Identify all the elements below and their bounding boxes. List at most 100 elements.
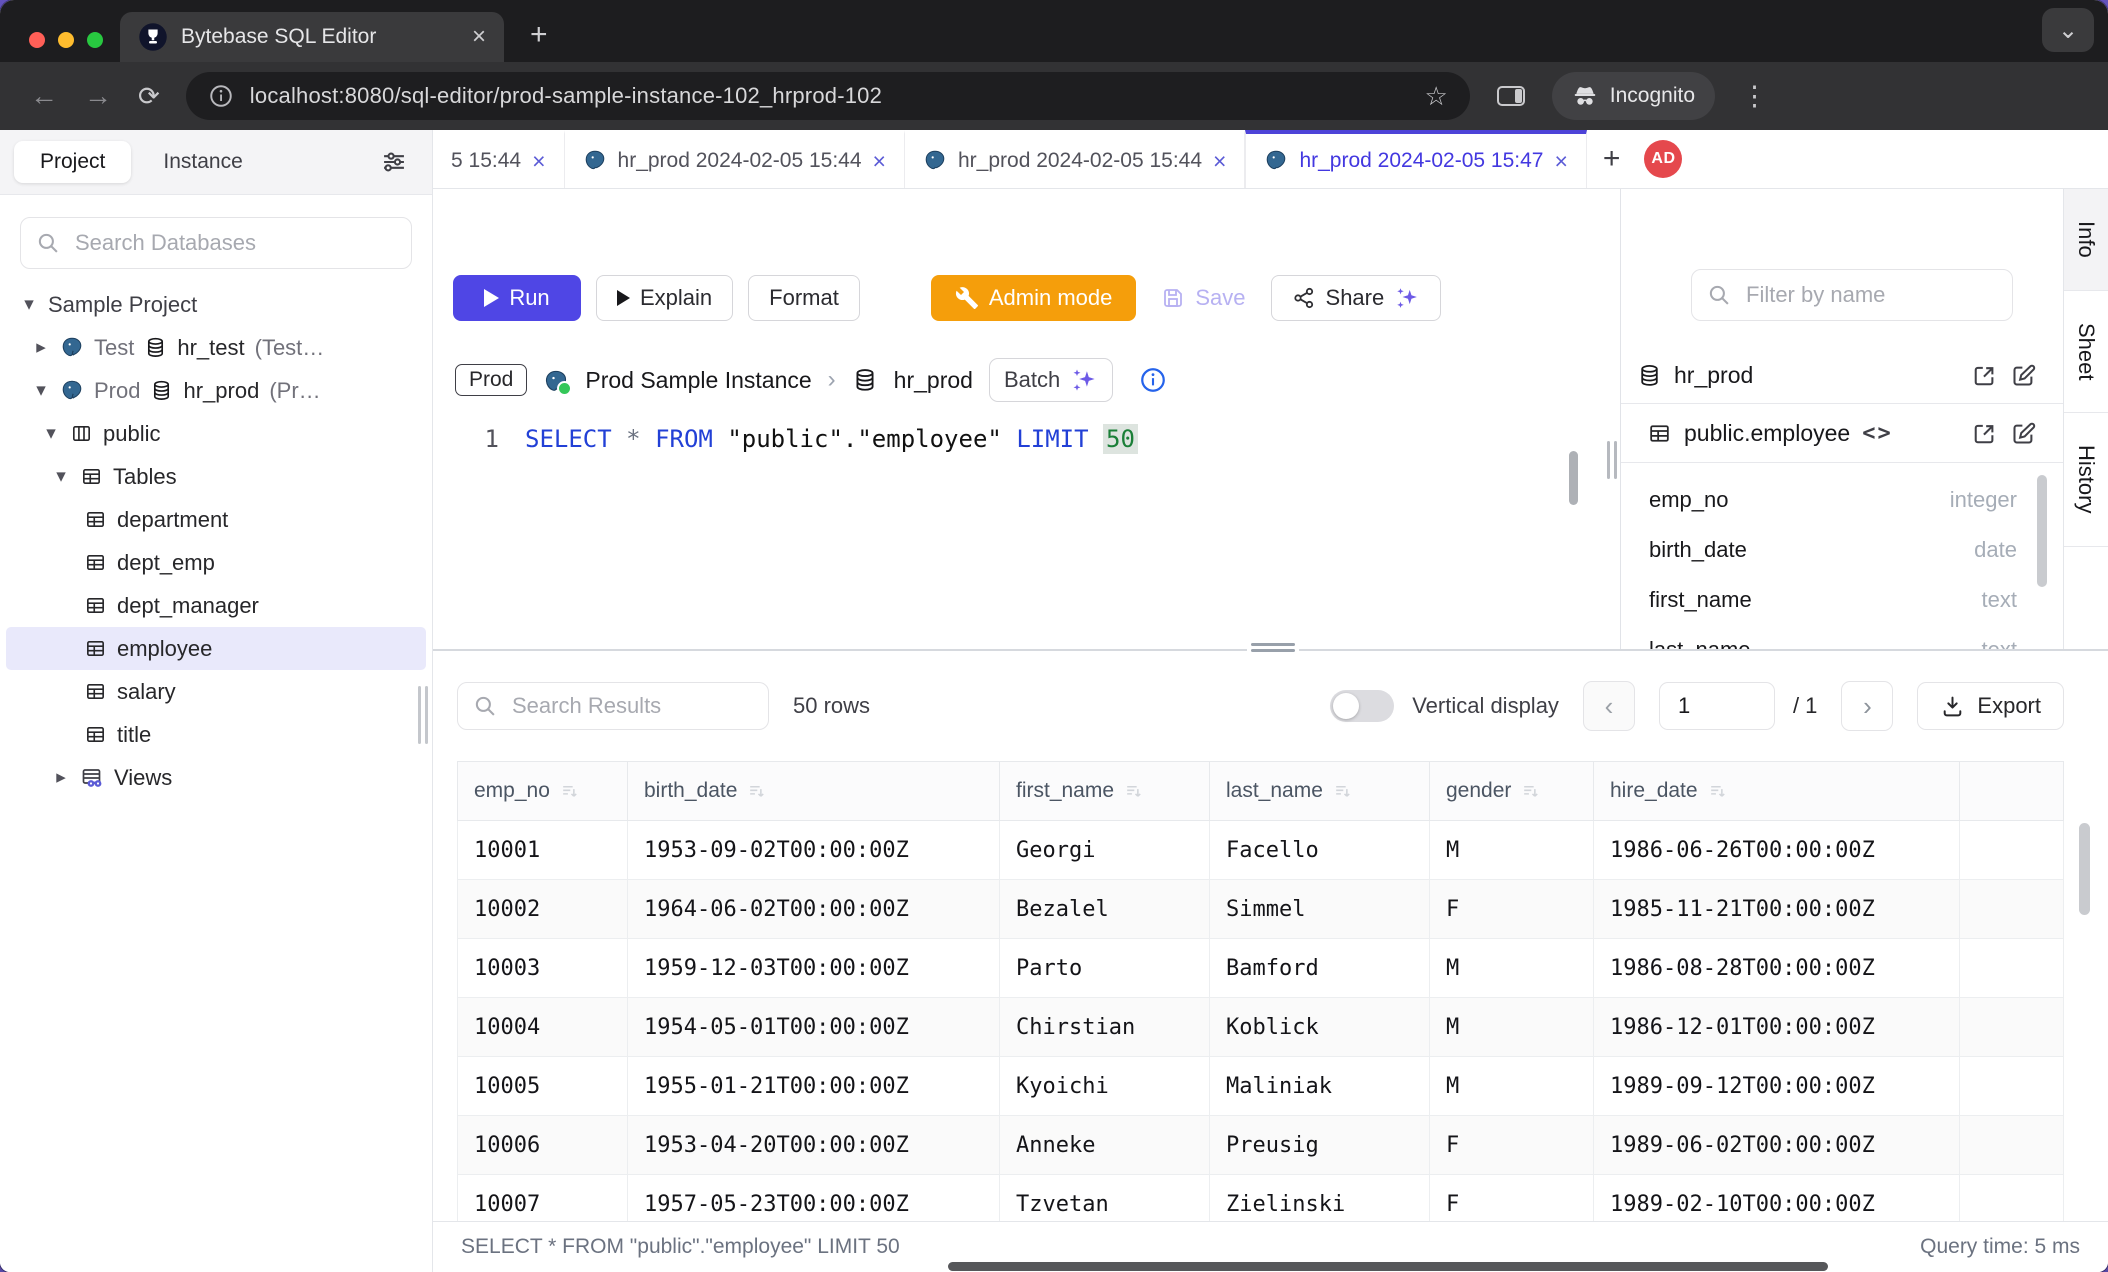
page-number-input[interactable] [1659, 682, 1775, 730]
caret-down-icon[interactable]: ▾ [32, 379, 50, 402]
breadcrumb-database[interactable]: hr_prod [894, 367, 973, 394]
tab-project[interactable]: Project [14, 141, 131, 183]
col-header-last_name[interactable]: last_name [1210, 762, 1430, 821]
col-header-gender[interactable]: gender [1430, 762, 1594, 821]
toggle-knob [1333, 693, 1359, 719]
rail-tab-info[interactable]: Info [2064, 189, 2108, 291]
editor-tab-3[interactable]: hr_prod 2024-02-05 15:44 × [905, 130, 1245, 188]
code-icon[interactable]: <> [1862, 421, 1893, 446]
panel-resize-handle[interactable] [1607, 441, 1617, 479]
external-link-icon[interactable] [1971, 420, 1998, 447]
explain-button[interactable]: Explain [596, 275, 733, 321]
sort-icon[interactable] [1333, 782, 1352, 801]
side-panel-icon[interactable] [1496, 83, 1526, 109]
horizontal-scrollbar[interactable] [948, 1262, 1828, 1271]
bookmark-icon[interactable]: ☆ [1424, 81, 1447, 112]
batch-button[interactable]: Batch [989, 358, 1113, 402]
share-button[interactable]: Share [1271, 275, 1442, 321]
external-link-icon[interactable] [1971, 362, 1998, 389]
page-info-icon[interactable] [208, 83, 234, 109]
zoom-window-button[interactable] [87, 32, 103, 48]
tree-table-dept_emp[interactable]: dept_emp [0, 541, 432, 584]
new-tab-button[interactable]: + [530, 18, 548, 62]
caret-down-icon[interactable]: ▾ [42, 422, 60, 445]
sort-icon[interactable] [1708, 782, 1727, 801]
tree-db-hr_test-row[interactable]: ▸ Test hr_test (Test… [0, 326, 432, 369]
search-results-input[interactable] [510, 692, 754, 720]
editor-tab-2[interactable]: hr_prod 2024-02-05 15:44 × [565, 130, 905, 188]
filter-by-name-input[interactable] [1744, 281, 1998, 309]
caret-right-icon[interactable]: ▸ [52, 766, 70, 789]
export-button[interactable]: Export [1917, 682, 2064, 730]
editor-tab-active[interactable]: hr_prod 2024-02-05 15:47 × [1245, 130, 1586, 188]
col-header-first_name[interactable]: first_name [1000, 762, 1210, 821]
tree-table-department[interactable]: department [0, 498, 432, 541]
postgres-icon [1264, 149, 1288, 173]
tree-table-salary[interactable]: salary [0, 670, 432, 713]
close-icon[interactable]: × [873, 148, 886, 175]
new-sheet-button[interactable]: + [1587, 142, 1637, 176]
reload-icon[interactable]: ⟳ [138, 83, 160, 109]
tune-icon[interactable] [380, 148, 408, 176]
results-search-box[interactable] [457, 682, 769, 730]
tree-views-group-row[interactable]: ▸ Views [0, 756, 432, 799]
close-icon[interactable]: × [1213, 148, 1226, 175]
caret-right-icon[interactable]: ▸ [32, 336, 50, 359]
next-page-button[interactable]: › [1841, 681, 1893, 731]
browser-tab[interactable]: Bytebase SQL Editor × [120, 12, 504, 62]
close-window-button[interactable] [29, 32, 45, 48]
edit-icon[interactable] [2010, 420, 2037, 447]
close-icon[interactable]: × [1554, 148, 1567, 175]
sort-icon[interactable] [1124, 782, 1143, 801]
rail-tab-history[interactable]: History [2064, 413, 2108, 546]
minimize-window-button[interactable] [58, 32, 74, 48]
edit-icon[interactable] [2010, 362, 2037, 389]
tree-project-row[interactable]: ▾ Sample Project [0, 283, 432, 326]
address-bar[interactable]: localhost:8080/sql-editor/prod-sample-in… [186, 72, 1470, 120]
tree-schema-row[interactable]: ▾ public [0, 412, 432, 455]
caret-down-icon[interactable]: ▾ [20, 293, 38, 316]
vertical-display-toggle[interactable] [1330, 690, 1394, 722]
tree-table-employee-selected[interactable]: employee [6, 627, 426, 670]
avatar[interactable]: AD [1644, 140, 1682, 178]
close-tab-icon[interactable]: × [472, 25, 486, 49]
admin-mode-button[interactable]: Admin mode [931, 275, 1137, 321]
caret-down-icon[interactable]: ▾ [52, 465, 70, 488]
info-icon[interactable] [1139, 366, 1167, 394]
sidebar-resize-handle[interactable] [418, 686, 428, 744]
close-icon[interactable]: × [532, 148, 545, 175]
save-button[interactable]: Save [1151, 275, 1255, 321]
col-header-hire_date[interactable]: hire_date [1594, 762, 1960, 821]
panel-scrollbar[interactable] [2037, 475, 2047, 587]
database-search[interactable] [20, 217, 412, 269]
tree-tables-group-row[interactable]: ▾ Tables [0, 455, 432, 498]
horizontal-resize-handle[interactable] [1247, 638, 1299, 657]
filter-box[interactable] [1691, 269, 2013, 321]
back-icon[interactable]: ← [30, 82, 58, 110]
search-databases-input[interactable] [73, 229, 397, 257]
run-button[interactable]: Run [453, 275, 581, 321]
tree-db-hr_prod-row[interactable]: ▾ Prod hr_prod (Pr… [0, 369, 432, 412]
results-scrollbar[interactable] [2079, 823, 2090, 915]
tree-table-dept_manager[interactable]: dept_manager [0, 584, 432, 627]
table-name: title [117, 722, 151, 748]
col-header-emp_no[interactable]: emp_no [458, 762, 628, 821]
editor-tab-1[interactable]: 5 15:44 × [433, 130, 565, 188]
sql-editor[interactable]: 1 SELECT * FROM "public"."employee" LIMI… [433, 411, 1620, 649]
forward-icon[interactable]: → [84, 82, 112, 110]
sort-icon[interactable] [747, 782, 766, 801]
sort-icon[interactable] [1521, 782, 1540, 801]
browser-menu-icon[interactable]: ⋮ [1741, 81, 1769, 112]
breadcrumb-instance[interactable]: Prod Sample Instance [585, 367, 811, 394]
tab-instance[interactable]: Instance [137, 141, 268, 183]
prev-page-button[interactable]: ‹ [1583, 681, 1635, 731]
col-header-birth_date[interactable]: birth_date [628, 762, 1000, 821]
tab-overflow-button[interactable]: ⌄ [2042, 8, 2094, 52]
sort-icon[interactable] [560, 782, 579, 801]
tree-table-title[interactable]: title [0, 713, 432, 756]
download-icon [1940, 694, 1965, 719]
editor-scrollbar[interactable] [1569, 451, 1578, 505]
format-button[interactable]: Format [748, 275, 860, 321]
project-name: Sample Project [48, 292, 197, 318]
rail-tab-sheet[interactable]: Sheet [2064, 291, 2108, 414]
